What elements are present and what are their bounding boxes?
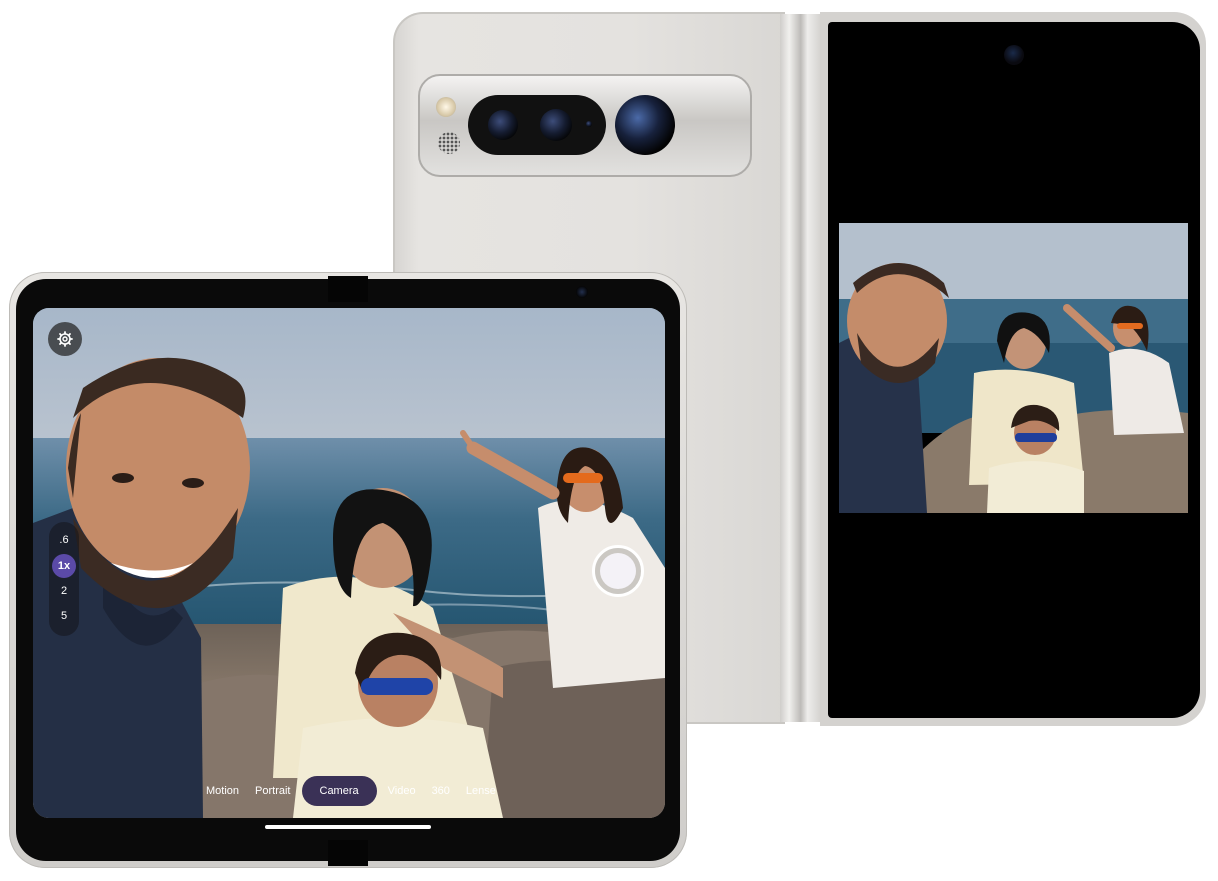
sensor-dot (586, 121, 592, 127)
hinge-notch-top (328, 276, 368, 302)
mode-lense[interactable]: Lense (458, 776, 504, 806)
gear-icon (57, 331, 73, 347)
mode-video[interactable]: Video (380, 776, 424, 806)
mode-portrait[interactable]: Portrait (247, 776, 298, 806)
zoom-option-0-6[interactable]: .6 (49, 528, 79, 552)
shutter-button-inner[interactable] (600, 553, 636, 589)
cover-photo-scene (839, 223, 1188, 513)
zoom-option-2[interactable]: 2 (49, 579, 79, 603)
cover-preview-photo (839, 223, 1188, 513)
telephoto-lens (615, 95, 675, 155)
mode-camera[interactable]: Camera (301, 776, 377, 806)
mode-motion[interactable]: Motion (198, 776, 247, 806)
settings-button[interactable] (48, 322, 82, 356)
zoom-selector: .6 1x 2 5 (49, 522, 79, 636)
cover-camera-icon (1004, 45, 1024, 65)
hinge-notch-bottom (328, 840, 368, 866)
viewfinder-people (33, 357, 665, 818)
flash-icon (436, 97, 456, 117)
mode-360[interactable]: 360 (424, 776, 458, 806)
lens-housing (468, 95, 606, 155)
zoom-option-1x[interactable]: 1x (52, 554, 76, 578)
microphone-grille (438, 132, 460, 154)
front-camera-icon (576, 286, 588, 298)
camera-viewfinder[interactable] (33, 308, 665, 818)
home-indicator[interactable] (265, 825, 431, 829)
ultrawide-lens (488, 110, 518, 140)
main-lens (540, 109, 572, 141)
zoom-option-5[interactable]: 5 (49, 604, 79, 628)
camera-mode-switcher: Motion Portrait Camera Video 360 Lense (198, 776, 504, 806)
